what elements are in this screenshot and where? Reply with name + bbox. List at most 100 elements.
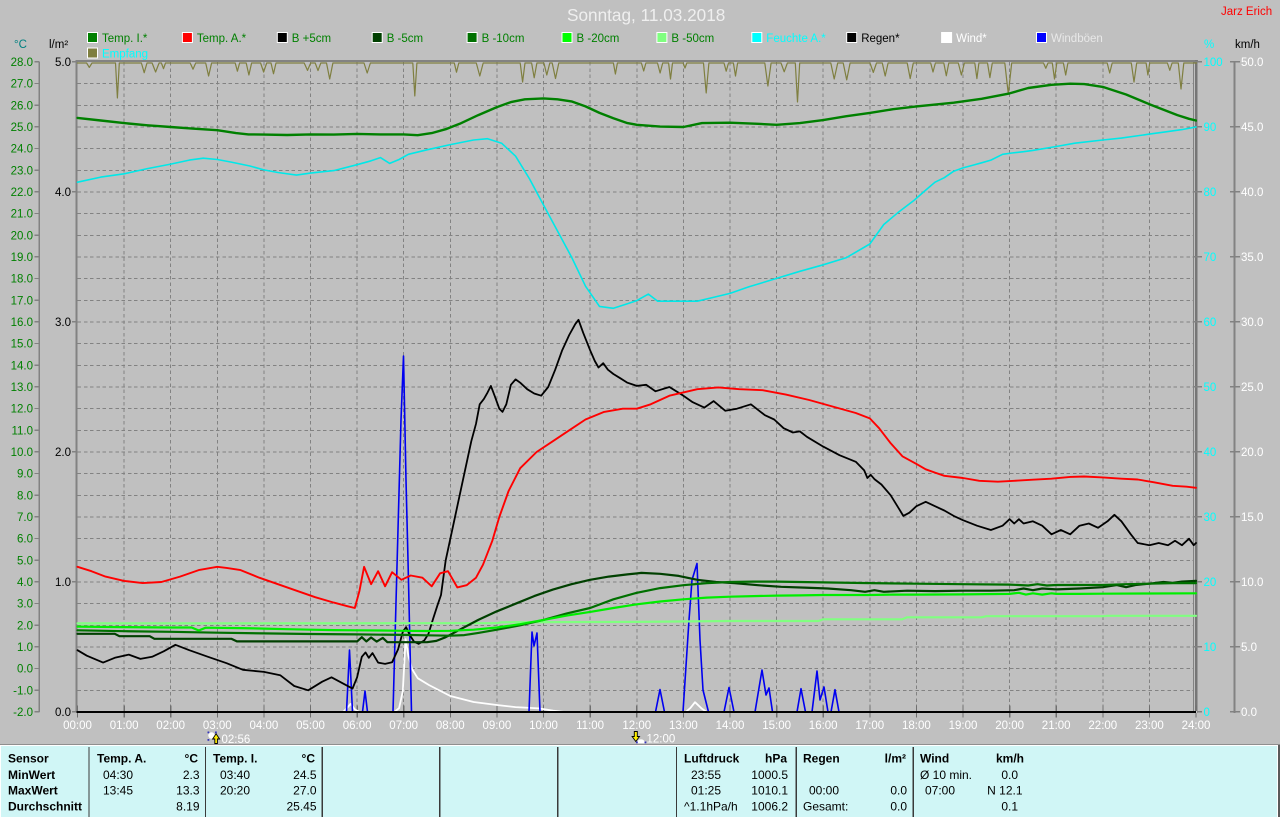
svg-text:hPa: hPa: [765, 752, 787, 766]
svg-text:25.0: 25.0: [1241, 382, 1263, 394]
svg-text:Regen: Regen: [803, 752, 840, 766]
svg-text:21.0: 21.0: [11, 209, 33, 221]
svg-text:14:00: 14:00: [716, 720, 745, 732]
svg-text:0.0: 0.0: [55, 707, 71, 719]
svg-text:18:00: 18:00: [902, 720, 931, 732]
svg-text:9.0: 9.0: [17, 469, 33, 481]
svg-text:0: 0: [1204, 707, 1210, 719]
svg-text:22:00: 22:00: [1088, 720, 1117, 732]
svg-text:19:00: 19:00: [949, 720, 978, 732]
svg-text:24:00: 24:00: [1182, 720, 1211, 732]
svg-text:0.1: 0.1: [1001, 800, 1018, 814]
svg-text:°C: °C: [302, 752, 316, 766]
svg-text:17:00: 17:00: [855, 720, 884, 732]
svg-text:80: 80: [1204, 187, 1217, 199]
svg-text:Ø 10 min.: Ø 10 min.: [920, 768, 972, 782]
svg-text:03:40: 03:40: [220, 768, 250, 782]
svg-text:10:00: 10:00: [529, 720, 558, 732]
svg-text:10.0: 10.0: [11, 447, 33, 459]
svg-text:^1.1hPa/h: ^1.1hPa/h: [684, 800, 738, 814]
svg-text:N 12.1: N 12.1: [987, 784, 1023, 798]
svg-text:7.0: 7.0: [17, 512, 33, 524]
svg-text:0.0: 0.0: [1001, 768, 1018, 782]
svg-text:13:45: 13:45: [103, 784, 133, 798]
svg-text:00:00: 00:00: [809, 784, 839, 798]
svg-text:3.0: 3.0: [17, 599, 33, 611]
svg-text:2.3: 2.3: [183, 768, 200, 782]
svg-text:16:00: 16:00: [809, 720, 838, 732]
svg-text:60: 60: [1204, 317, 1217, 329]
svg-text:Luftdruck: Luftdruck: [684, 752, 740, 766]
svg-text:19.0: 19.0: [11, 252, 33, 264]
svg-text:100: 100: [1204, 57, 1223, 69]
svg-text:28.0: 28.0: [11, 57, 33, 69]
svg-text:Temp. A.*: Temp. A.*: [197, 33, 247, 45]
svg-text:11:00: 11:00: [576, 720, 604, 732]
svg-text:1.0: 1.0: [17, 642, 33, 654]
svg-text:-2.0: -2.0: [13, 707, 33, 719]
svg-text:09:00: 09:00: [483, 720, 512, 732]
svg-text:23.0: 23.0: [11, 165, 33, 177]
svg-text:l/m²: l/m²: [885, 752, 906, 766]
svg-text:%: %: [1204, 39, 1214, 51]
svg-text:00:00: 00:00: [63, 720, 92, 732]
svg-text:70: 70: [1204, 252, 1217, 264]
svg-text:Sensor: Sensor: [8, 752, 49, 766]
svg-text:27.0: 27.0: [293, 784, 317, 798]
svg-text:Jarz Erich: Jarz Erich: [1221, 6, 1272, 18]
svg-text:3.0: 3.0: [55, 317, 71, 329]
svg-text:04:30: 04:30: [103, 768, 133, 782]
svg-text:Regen*: Regen*: [861, 33, 900, 45]
svg-text:08:00: 08:00: [436, 720, 465, 732]
svg-text:12:00: 12:00: [647, 734, 676, 746]
svg-text:4.0: 4.0: [17, 577, 33, 589]
svg-text:18.0: 18.0: [11, 274, 33, 286]
svg-text:21:00: 21:00: [1042, 720, 1071, 732]
svg-text:20.0: 20.0: [11, 230, 33, 242]
svg-text:l/m²: l/m²: [49, 39, 68, 51]
svg-text:6.0: 6.0: [17, 534, 33, 546]
svg-text:35.0: 35.0: [1241, 252, 1263, 264]
svg-text:1006.2: 1006.2: [751, 800, 788, 814]
svg-text:B -5cm: B -5cm: [387, 33, 423, 45]
svg-text:B -20cm: B -20cm: [577, 33, 620, 45]
svg-text:1000.5: 1000.5: [751, 768, 788, 782]
svg-text:23:55: 23:55: [691, 768, 721, 782]
svg-text:16.0: 16.0: [11, 317, 33, 329]
svg-text:12.0: 12.0: [11, 404, 33, 416]
svg-text:Feuchte A.*: Feuchte A.*: [766, 33, 826, 45]
svg-text:Wind*: Wind*: [956, 33, 987, 45]
svg-text:Gesamt:: Gesamt:: [803, 800, 848, 814]
svg-text:1.0: 1.0: [55, 577, 71, 589]
svg-text:05:00: 05:00: [296, 720, 325, 732]
svg-text:40.0: 40.0: [1241, 187, 1263, 199]
svg-text:04:00: 04:00: [250, 720, 279, 732]
svg-text:Temp. I.*: Temp. I.*: [102, 33, 148, 45]
svg-text:45.0: 45.0: [1241, 122, 1263, 134]
svg-text:02:00: 02:00: [156, 720, 185, 732]
svg-text:90: 90: [1204, 122, 1217, 134]
svg-text:B +5cm: B +5cm: [292, 33, 331, 45]
svg-text:25.0: 25.0: [11, 122, 33, 134]
svg-text:24.0: 24.0: [11, 144, 33, 156]
svg-text:1010.1: 1010.1: [751, 784, 788, 798]
svg-text:km/h: km/h: [996, 752, 1024, 766]
svg-text:20: 20: [1204, 577, 1217, 589]
svg-text:Temp. A.: Temp. A.: [97, 752, 146, 766]
svg-text:Wind: Wind: [920, 752, 949, 766]
svg-text:40: 40: [1204, 447, 1217, 459]
svg-text:5.0: 5.0: [1241, 642, 1257, 654]
svg-text:06:00: 06:00: [343, 720, 372, 732]
svg-text:01:25: 01:25: [691, 784, 721, 798]
svg-text:5.0: 5.0: [17, 555, 33, 567]
svg-text:03:00: 03:00: [203, 720, 232, 732]
svg-text:Windböen: Windböen: [1051, 33, 1103, 45]
svg-text:14.0: 14.0: [11, 360, 33, 372]
svg-text:8.19: 8.19: [176, 800, 200, 814]
svg-text:07:00: 07:00: [925, 784, 955, 798]
svg-text:4.0: 4.0: [55, 187, 71, 199]
svg-text:27.0: 27.0: [11, 79, 33, 91]
svg-text:12:00: 12:00: [622, 720, 651, 732]
svg-text:0.0: 0.0: [1241, 707, 1257, 719]
svg-text:11.0: 11.0: [11, 425, 33, 437]
